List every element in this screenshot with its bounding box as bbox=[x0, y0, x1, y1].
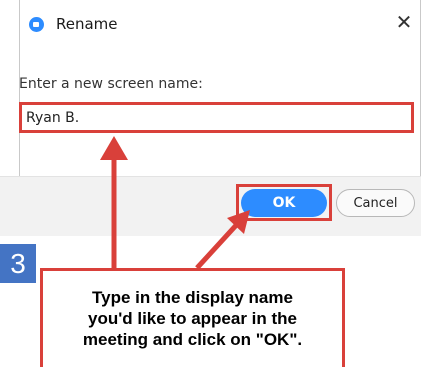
cancel-button[interactable]: Cancel bbox=[336, 189, 415, 217]
ok-button[interactable]: OK bbox=[241, 189, 327, 217]
screen-name-prompt: Enter a new screen name: bbox=[19, 76, 203, 92]
close-icon[interactable]: ✕ bbox=[391, 9, 417, 35]
step-number-badge: 3 bbox=[0, 244, 36, 283]
zoom-app-icon bbox=[29, 17, 44, 32]
instruction-callout: Type in the display name you'd like to a… bbox=[40, 268, 345, 367]
dialog-title: Rename bbox=[56, 15, 118, 33]
screen-name-input[interactable] bbox=[19, 102, 414, 133]
instruction-text: Type in the display name you'd like to a… bbox=[82, 288, 303, 349]
dialog-titlebar: Rename ✕ bbox=[20, 0, 420, 46]
